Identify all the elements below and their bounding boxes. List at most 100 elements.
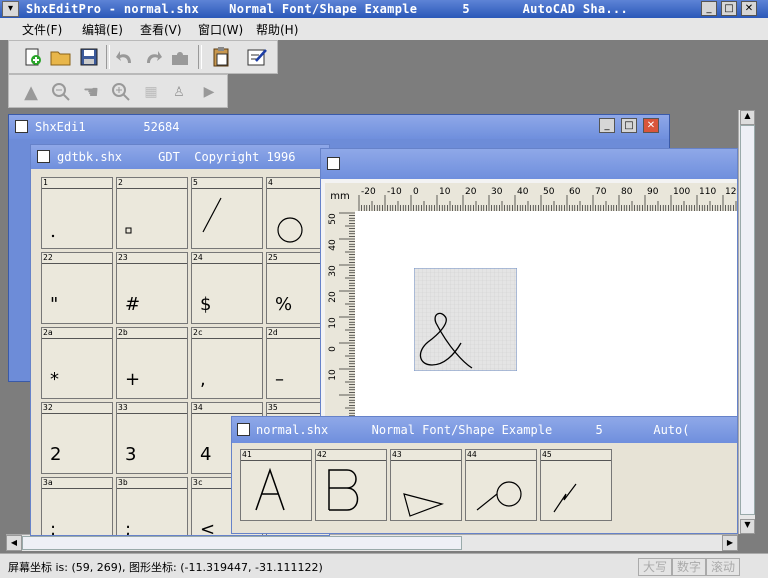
play-icon[interactable]: ▶: [197, 80, 221, 104]
child-minimize-button[interactable]: _: [599, 118, 615, 133]
h-scroll-thumb[interactable]: [22, 536, 462, 550]
menu-window[interactable]: 窗口(W): [198, 21, 243, 38]
ruler-label: -10: [387, 187, 402, 197]
scroll-left-icon[interactable]: ◀: [6, 535, 22, 551]
glyph-code: 3c: [193, 478, 203, 487]
open-folder-icon[interactable]: [49, 45, 73, 69]
save-icon[interactable]: [77, 45, 101, 69]
scroll-up-icon[interactable]: ▲: [740, 110, 755, 125]
pan-hand-icon[interactable]: ☚: [79, 80, 103, 104]
cell-divider: [192, 338, 262, 339]
glyph-cell[interactable]: 3a:: [41, 477, 113, 535]
mdi-horizontal-scrollbar[interactable]: ◀ ▶: [6, 534, 738, 551]
grid-icon[interactable]: ▦: [139, 80, 163, 104]
minimize-button[interactable]: _: [701, 1, 717, 16]
drawing-canvas[interactable]: [355, 211, 737, 417]
glyph-preview: [553, 483, 577, 513]
glyph-preview: ;: [125, 519, 132, 535]
glyph-cell[interactable]: 2b +: [116, 327, 188, 399]
system-menu-button[interactable]: ▾: [2, 1, 19, 17]
move-icon[interactable]: ♙: [167, 80, 191, 104]
ruler-label: 30: [328, 265, 338, 277]
menu-file[interactable]: 文件(F): [22, 21, 62, 38]
mdi-vertical-scrollbar[interactable]: ▲ ▼: [738, 110, 755, 534]
menu-view[interactable]: 查看(V): [140, 21, 182, 38]
cell-divider: [42, 338, 112, 339]
glyph-cell[interactable]: 2a *: [41, 327, 113, 399]
ruler-label: 50: [328, 213, 338, 225]
normal-window-title: normal.shx Normal Font/Shape Example 5 A…: [232, 417, 737, 443]
child-close-button[interactable]: ✕: [643, 118, 659, 133]
menu-bar: 文件(F) 编辑(E) 查看(V) 窗口(W) 帮助(H): [0, 18, 768, 40]
maximize-button[interactable]: □: [721, 1, 737, 16]
glyph-cell[interactable]: 32 2: [41, 402, 113, 474]
puzzle-icon[interactable]: [169, 45, 193, 69]
ruler-label: 20: [328, 291, 338, 303]
glyph-cell[interactable]: 5: [191, 177, 263, 249]
glyph-cell[interactable]: 45: [540, 449, 612, 521]
glyph-code: 3a: [43, 478, 53, 487]
ruler-label: 20: [465, 187, 477, 197]
scroll-right-icon[interactable]: ▶: [722, 535, 738, 551]
unit-label: mm: [325, 183, 355, 211]
redo-icon[interactable]: [141, 45, 165, 69]
close-button[interactable]: ✕: [741, 1, 757, 16]
glyph-cell[interactable]: 23 #: [116, 252, 188, 324]
glyph-code: 5: [193, 178, 198, 187]
glyph-cell[interactable]: 2c,: [191, 327, 263, 399]
glyph-code: 4: [268, 178, 273, 187]
glyph-cell[interactable]: 24 $: [191, 252, 263, 324]
glyph-preview: [403, 493, 444, 517]
glyph-preview: *: [50, 369, 59, 390]
glyph-cell[interactable]: 43: [390, 449, 462, 521]
glyph-cell[interactable]: 44: [465, 449, 537, 521]
menu-edit[interactable]: 编辑(E): [82, 21, 123, 38]
glyph-cell[interactable]: 22 ": [41, 252, 113, 324]
scroll-down-icon[interactable]: ▼: [740, 519, 755, 534]
drawing-toolbar: ▲ ☚ ▦ ♙ ▶: [8, 74, 228, 108]
glyph-preview: [51, 234, 55, 238]
glyph-preview: 4: [200, 444, 212, 465]
ruler-label: 10: [328, 317, 338, 329]
glyph-preview: –: [275, 369, 284, 390]
cell-divider: [42, 488, 112, 489]
glyph-cell[interactable]: 2: [116, 177, 188, 249]
ruler-label: 60: [569, 187, 581, 197]
ruler-label: 70: [595, 187, 607, 197]
glyph-code: 2c: [193, 328, 203, 337]
cell-divider: [117, 413, 187, 414]
shape-editor-window: mm -20-100102030405060708090100110120 50…: [320, 148, 738, 418]
glyph-code: 34: [193, 403, 203, 412]
properties-icon[interactable]: [245, 45, 269, 69]
glyph-code: 44: [467, 450, 477, 459]
shape-grid[interactable]: [414, 268, 517, 371]
glyph-preview: %: [275, 294, 293, 315]
cell-divider: [466, 460, 536, 461]
cell-divider: [192, 188, 262, 189]
glyph-cell[interactable]: 1: [41, 177, 113, 249]
undo-icon[interactable]: [113, 45, 137, 69]
editor-title-bar: [321, 149, 737, 179]
glyph-cell[interactable]: 41: [240, 449, 312, 521]
num-lock-indicator: 数字: [672, 558, 706, 576]
zoom-out-icon[interactable]: [49, 80, 73, 104]
ruler-label: 100: [673, 187, 690, 197]
glyph-cell[interactable]: 33 3: [116, 402, 188, 474]
glyph-code: 3b: [118, 478, 128, 487]
scroll-thumb[interactable]: [740, 125, 755, 515]
zoom-in-icon[interactable]: [109, 80, 133, 104]
ruler-label: 0: [413, 187, 419, 197]
glyph-code: 2a: [43, 328, 53, 337]
new-file-icon[interactable]: [21, 45, 45, 69]
glyph-cell[interactable]: 42: [315, 449, 387, 521]
glyph-code: 2b: [118, 328, 128, 337]
menu-help[interactable]: 帮助(H): [256, 21, 298, 38]
child-maximize-button[interactable]: □: [621, 118, 637, 133]
clipboard-icon[interactable]: [209, 45, 233, 69]
standard-toolbar: [8, 40, 278, 74]
cell-divider: [42, 413, 112, 414]
pointer-tool-icon[interactable]: ▲: [19, 80, 43, 104]
glyph-cell[interactable]: 3b;: [116, 477, 188, 535]
cell-divider: [42, 188, 112, 189]
cell-divider: [241, 460, 311, 461]
